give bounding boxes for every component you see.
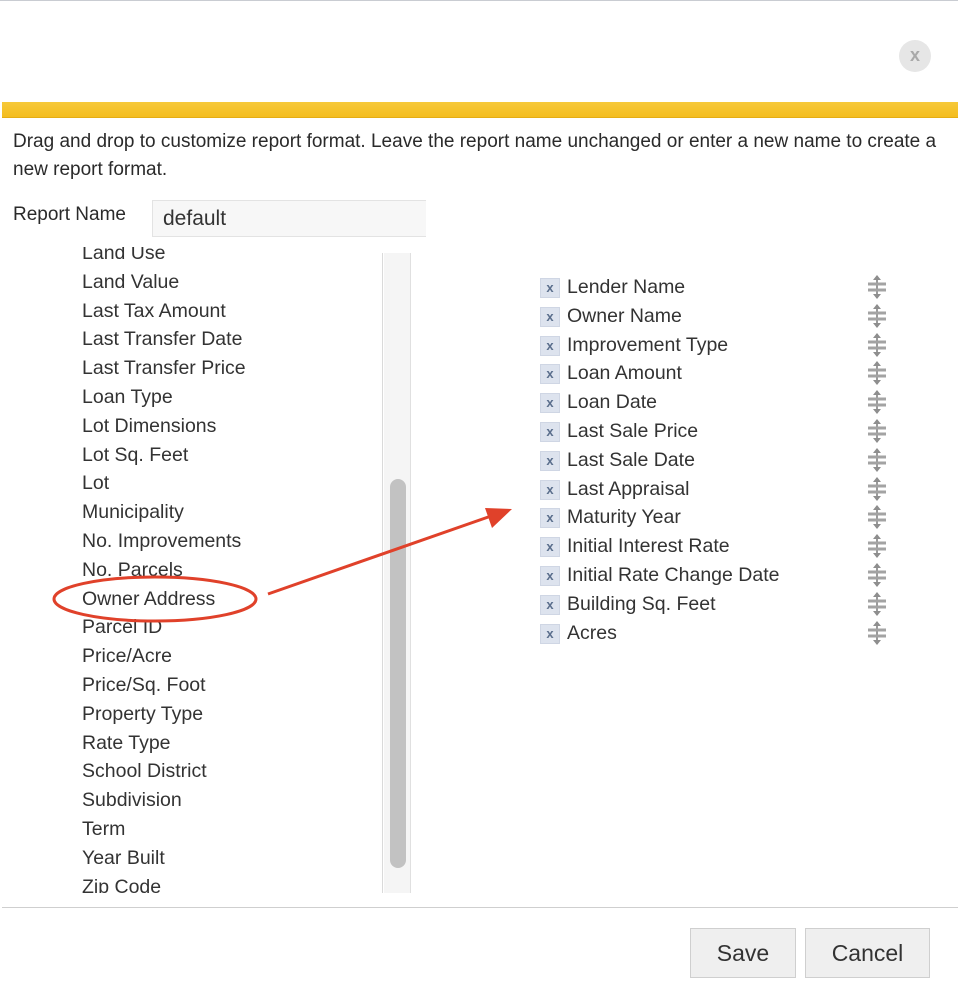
available-field-item[interactable]: Parcel ID [82,613,246,642]
available-field-item[interactable]: No. Parcels [82,556,246,585]
selected-field-label: Loan Date [567,391,657,414]
annotation-arrow-head [485,508,512,528]
available-field-item[interactable]: School District [82,757,246,786]
drag-handle-icon[interactable] [866,418,888,443]
remove-x-icon[interactable]: x [540,537,560,558]
selected-field-item[interactable]: x Last Sale Date [538,446,898,475]
available-field-item[interactable]: Zip Code [82,873,246,893]
remove-x-icon[interactable]: x [540,278,560,298]
selected-field-label: Building Sq. Feet [567,592,716,615]
selected-field-item[interactable]: x Loan Amount [538,359,898,388]
remove-x-icon[interactable]: x [540,450,560,471]
scrollbar-thumb[interactable] [390,479,406,868]
available-field-item[interactable]: Property Type [82,700,246,729]
selected-field-label: Loan Amount [567,362,682,385]
selected-field-item[interactable]: x Last Sale Price [538,417,898,446]
available-field-item[interactable]: Term [82,815,246,844]
remove-x-icon[interactable]: x [540,479,560,500]
customize-report-dialog: x Drag and drop to customize report form… [0,0,958,1002]
save-button[interactable]: Save [690,928,796,978]
drag-handle-icon[interactable] [866,275,888,299]
available-field-item[interactable]: No. Improvements [82,527,246,556]
available-field-item[interactable]: Price/Sq. Foot [82,671,246,700]
available-field-item[interactable]: Rate Type [82,729,246,758]
drag-handle-icon[interactable] [866,562,888,587]
available-field-item[interactable]: Lot Dimensions [82,412,246,441]
selected-field-item[interactable]: x Initial Interest Rate [538,532,898,561]
report-name-input[interactable] [152,200,426,237]
available-field-item[interactable]: Land Value [82,268,246,297]
selected-field-item[interactable]: x Initial Rate Change Date [538,561,898,590]
available-field-item[interactable]: Subdivision [82,786,246,815]
instructions-text: Drag and drop to customize report format… [13,131,937,180]
accent-bar [2,102,958,118]
available-field-item[interactable]: Loan Type [82,383,246,412]
selected-field-label: Initial Interest Rate [567,535,730,558]
selected-field-item[interactable]: x Building Sq. Feet [538,590,898,619]
close-icon[interactable]: x [899,40,931,72]
drag-handle-icon[interactable] [866,476,888,501]
selected-field-label: Maturity Year [567,506,681,529]
available-field-item[interactable]: Lot [82,469,246,498]
available-field-item[interactable]: Price/Acre [82,642,246,671]
available-fields: Land Use Land Value Last Tax Amount Last Tr… [82,247,246,893]
available-field-item[interactable]: Owner Address [82,585,246,614]
remove-x-icon[interactable]: x [540,335,560,356]
remove-x-icon[interactable]: x [540,421,560,442]
selected-field-item[interactable]: x Maturity Year [538,503,898,532]
selected-field-item[interactable]: x Acres [538,619,898,648]
drag-handle-icon[interactable] [866,303,888,328]
available-field-item[interactable]: Last Transfer Date [82,325,246,354]
drag-handle-icon[interactable] [866,591,888,616]
selected-field-item[interactable]: x Improvement Type [538,331,898,360]
remove-x-icon[interactable]: x [540,306,560,327]
drag-handle-icon[interactable] [866,332,888,357]
remove-x-icon[interactable]: x [540,594,560,615]
available-field-item[interactable]: Lot Sq. Feet [82,441,246,470]
selected-field-item[interactable]: x Lender Name [538,273,898,302]
selected-field-label: Improvement Type [567,333,729,356]
selected-field-label: Last Sale Price [567,419,699,442]
available-field-item[interactable]: Municipality [82,498,246,527]
drag-handle-icon[interactable] [866,390,888,415]
report-name-label: Report Name [13,204,126,225]
remove-x-icon[interactable]: x [540,623,560,644]
selected-field-label: Owner Name [567,304,682,327]
available-field-item[interactable]: Last Tax Amount [82,297,246,326]
selected-field-item[interactable]: x Last Appraisal [538,475,898,504]
drag-handle-icon[interactable] [866,620,888,645]
selected-fields-list: x Lender Name x Owner Name x Improvement Type… [538,273,898,647]
cancel-button[interactable]: Cancel [805,928,930,978]
selected-field-label: Lender Name [567,276,686,298]
drag-handle-icon[interactable] [866,505,888,530]
remove-x-icon[interactable]: x [540,393,560,414]
available-field-item[interactable]: Last Transfer Price [82,354,246,383]
available-field-item[interactable]: Land Use [82,247,246,268]
drag-handle-icon[interactable] [866,534,888,559]
available-fields-list[interactable]: Land Use Land Value Last Tax Amount Last Tr… [0,247,383,893]
remove-x-icon[interactable]: x [540,508,560,529]
drag-handle-icon[interactable] [866,447,888,472]
remove-x-icon[interactable]: x [540,364,560,385]
selected-field-item[interactable]: x Loan Date [538,388,898,417]
selected-field-label: Initial Rate Change Date [567,563,780,586]
available-field-item[interactable]: Year Built [82,844,246,873]
selected-field-label: Last Appraisal [567,477,690,500]
selected-field-label: Acres [567,621,617,644]
drag-handle-icon[interactable] [866,361,888,386]
list-divider [382,253,383,893]
remove-x-icon[interactable]: x [540,565,560,586]
selected-field-label: Last Sale Date [567,448,695,471]
selected-field-item[interactable]: x Owner Name [538,302,898,331]
footer-divider [2,907,958,908]
